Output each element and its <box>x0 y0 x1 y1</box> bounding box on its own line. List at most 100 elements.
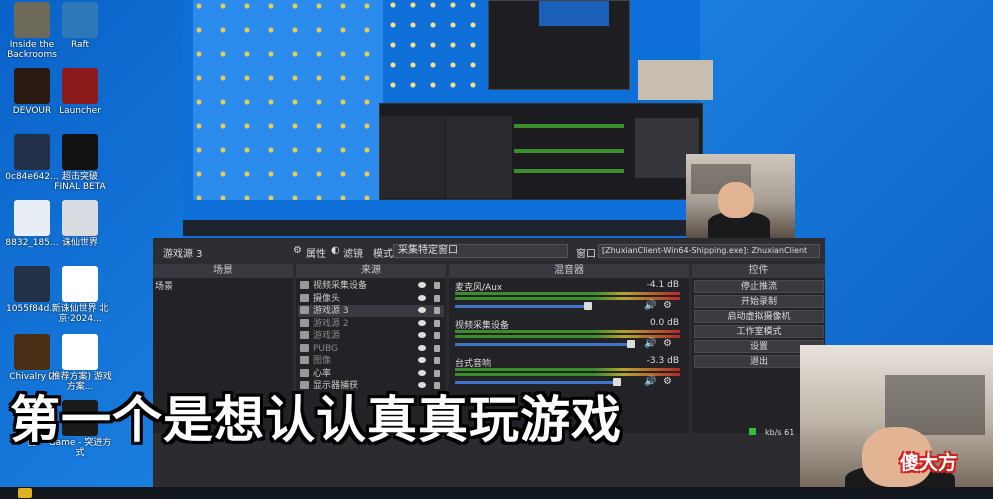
image-icon <box>14 200 50 236</box>
game-icon <box>62 134 98 170</box>
file-icon <box>14 266 50 302</box>
speaker-icon[interactable]: 🔊 <box>644 300 656 311</box>
gear-icon[interactable]: ⚙ <box>663 338 672 349</box>
mode-select[interactable]: 采集特定窗口 <box>393 244 568 258</box>
source-type-icon <box>300 356 309 364</box>
lock-icon[interactable] <box>434 307 440 314</box>
captured-desktop-icons-2 <box>388 0 498 95</box>
lock-icon[interactable] <box>434 357 440 364</box>
source-item[interactable]: PUBG <box>298 343 444 355</box>
lock-icon[interactable] <box>434 294 440 302</box>
bitrate-status: kb/s 61 <box>765 428 795 437</box>
webcam-overlay-large <box>800 345 993 499</box>
gear-icon[interactable]: ⚙ <box>663 300 672 311</box>
speaker-icon[interactable]: 🔊 <box>644 376 656 387</box>
properties-button[interactable]: 属性 <box>306 245 326 260</box>
captured-obs-window-large <box>379 103 703 200</box>
volume-meter <box>455 292 680 295</box>
source-type-icon <box>300 306 309 314</box>
visibility-eye-icon[interactable] <box>418 369 426 376</box>
screen-capture-preview <box>183 0 713 238</box>
visibility-eye-icon[interactable] <box>418 332 426 338</box>
filter-icon[interactable]: ◐ <box>331 245 340 256</box>
launcher-icon <box>62 68 98 104</box>
desktop-icon-label: Launcher <box>59 106 101 116</box>
visibility-eye-icon[interactable] <box>418 344 426 351</box>
gear-icon[interactable]: ⚙ <box>663 376 672 387</box>
source-item[interactable]: 游戏源 2 <box>298 318 444 330</box>
captured-obs-window <box>488 0 630 90</box>
volume-slider[interactable] <box>455 305 588 308</box>
channel-db: 0.0 dB <box>649 318 679 328</box>
visibility-eye-icon[interactable] <box>418 307 426 313</box>
visibility-eye-icon[interactable] <box>418 357 426 363</box>
source-item[interactable]: 图像 <box>298 355 444 367</box>
lock-icon[interactable] <box>434 319 440 327</box>
desktop-icon-label: 超击突破 FINAL BETA <box>54 172 106 192</box>
source-label: PUBG <box>313 343 339 354</box>
webcam-overlay-small <box>686 154 795 238</box>
volume-slider[interactable] <box>455 343 631 346</box>
desktop-icon[interactable]: 超击突破 FINAL BETA <box>48 134 112 192</box>
window-label: 窗口 <box>576 249 596 260</box>
source-properties-bar: 游戏源 3 ⚙ 属性 ◐ 滤镜 模式 采集特定窗口 窗口 [ZhuxianCli… <box>153 242 825 260</box>
control-button[interactable]: 开始录制 <box>694 295 824 308</box>
source-item[interactable]: 游戏源 3 <box>298 305 444 317</box>
scenes-title: 场景 <box>153 264 293 278</box>
control-button[interactable]: 启动虚拟摄像机 <box>694 310 824 323</box>
volume-slider-knob[interactable] <box>627 340 635 348</box>
video-subtitle: 第一个是想认认真真玩游戏 <box>10 391 622 449</box>
zhuxian-icon <box>62 200 98 236</box>
source-type-icon <box>300 293 309 302</box>
source-type-icon <box>300 331 309 339</box>
speaker-icon[interactable]: 🔊 <box>644 338 656 349</box>
mode-label: 模式 <box>373 249 393 260</box>
desktop-icon-label: 诛仙世界 <box>61 238 98 248</box>
document-icon <box>62 334 98 370</box>
current-source-name: 游戏源 3 <box>163 249 203 260</box>
desktop-icon[interactable]: 新诛仙世界 北京·2024... <box>48 266 112 324</box>
captured-webcam <box>638 60 713 100</box>
control-button[interactable]: 工作室模式 <box>694 325 824 338</box>
folder-icon[interactable] <box>18 488 32 498</box>
window-select[interactable]: [ZhuxianClient-Win64-Shipping.exe]: Zhux… <box>598 244 820 258</box>
source-item[interactable]: 心率 <box>298 368 444 380</box>
filters-button[interactable]: 滤镜 <box>343 245 363 260</box>
lock-icon[interactable] <box>434 282 440 289</box>
source-item[interactable]: 视频采集设备 <box>298 280 444 292</box>
channel-watermark: 傻大方 <box>900 452 958 474</box>
source-label: 图像 <box>313 356 332 366</box>
desktop-icon[interactable]: Raft <box>48 2 112 50</box>
sources-title: 来源 <box>296 264 446 278</box>
source-label: 摄像头 <box>313 293 341 304</box>
document-icon <box>62 266 98 302</box>
source-item[interactable]: 摄像头 <box>298 293 444 305</box>
captured-taskbar <box>183 220 700 236</box>
source-label: 心率 <box>313 368 332 379</box>
obs-window: 游戏源 3 ⚙ 属性 ◐ 滤镜 模式 采集特定窗口 窗口 [ZhuxianCli… <box>153 238 825 499</box>
lock-icon[interactable] <box>434 332 440 339</box>
source-label: 游戏源 <box>313 331 341 341</box>
windows-taskbar <box>0 487 993 499</box>
control-button[interactable]: 停止推流 <box>694 280 824 293</box>
channel-db: -4.1 dB <box>646 280 679 290</box>
visibility-eye-icon[interactable] <box>418 282 426 288</box>
desktop-icon-label: 新诛仙世界 北京·2024... <box>51 304 109 324</box>
source-type-icon <box>300 343 309 352</box>
desktop-icon[interactable]: 诛仙世界 <box>48 200 112 248</box>
lock-icon[interactable] <box>434 369 440 377</box>
gear-icon[interactable]: ⚙ <box>293 245 302 256</box>
devour-icon <box>14 68 50 104</box>
mixer-channel: 麦克风/Aux -4.1 dB 🔊 ⚙ <box>449 280 689 316</box>
source-label: 游戏源 3 <box>313 306 349 316</box>
scene-item[interactable]: 场景 <box>155 279 173 292</box>
controls-title: 控件 <box>692 264 825 278</box>
visibility-eye-icon[interactable] <box>418 319 426 326</box>
mixer-title: 混音器 <box>449 264 689 278</box>
lock-icon[interactable] <box>434 344 440 352</box>
volume-slider-knob[interactable] <box>584 302 592 310</box>
desktop-icon[interactable]: Launcher <box>48 68 112 116</box>
visibility-eye-icon[interactable] <box>418 294 426 301</box>
source-item[interactable]: 游戏源 <box>298 330 444 342</box>
stream-status-indicator <box>749 428 756 435</box>
